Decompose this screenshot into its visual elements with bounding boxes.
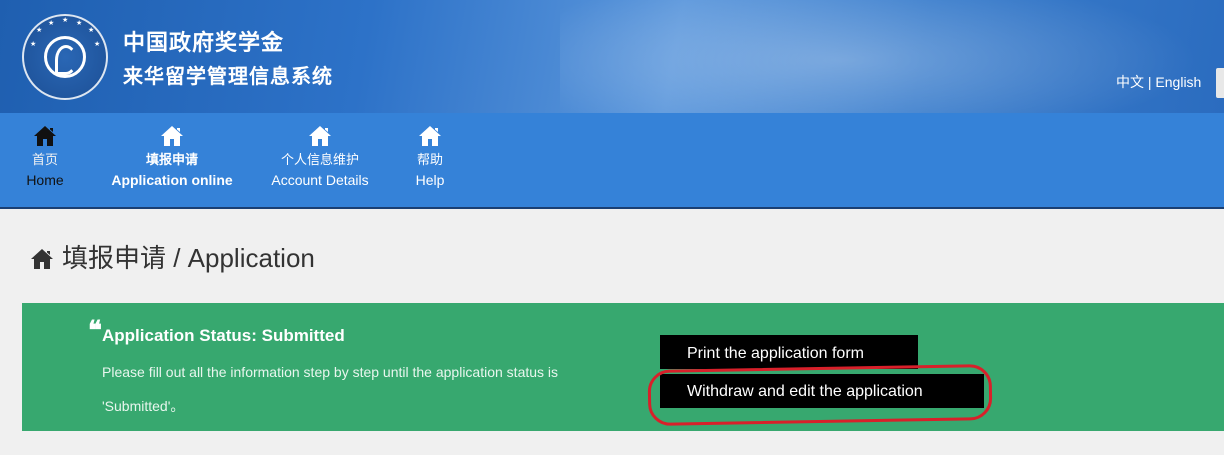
site-subtitle: 来华留学管理信息系统 — [123, 64, 333, 88]
status-title: Application Status: Submitted — [102, 326, 345, 345]
nav-help-zh: 帮助 — [416, 152, 443, 167]
nav-help-en: Help — [415, 172, 445, 188]
home-icon — [419, 126, 441, 146]
logo-emblem — [44, 36, 86, 78]
nav-item-account[interactable]: 个人信息维护 Account Details — [260, 113, 380, 207]
status-description: Please fill out all the information step… — [102, 364, 559, 414]
main-nav: 首页 Home 填报申请 Application online 个人信息维护 A… — [0, 113, 1224, 209]
nav-application-zh: 填报申请 — [145, 152, 198, 167]
home-icon — [161, 126, 183, 146]
application-status-panel: ❝ Application Status: Submitted Please f… — [22, 303, 1224, 431]
header-edge-box — [1216, 68, 1224, 98]
nav-account-en: Account Details — [271, 172, 369, 188]
nav-home-en: Home — [26, 172, 64, 188]
nav-application-en: Application online — [111, 172, 233, 188]
print-application-button[interactable]: Print the application form — [660, 335, 918, 369]
page-title: 填报申请 / Application — [30, 238, 315, 275]
lang-english-link[interactable]: English — [1155, 74, 1201, 90]
home-icon — [34, 126, 56, 146]
page-title-text: 填报申请 / Application — [62, 243, 315, 273]
nav-item-application[interactable]: 填报申请 Application online — [98, 113, 246, 207]
quote-icon: ❝ — [88, 316, 102, 346]
home-icon — [31, 249, 53, 269]
nav-item-home[interactable]: 首页 Home — [18, 113, 72, 207]
site-title: 中国政府奖学金 — [123, 31, 285, 56]
nav-account-zh: 个人信息维护 — [280, 152, 359, 167]
lang-chinese-link[interactable]: 中文 — [1116, 74, 1144, 90]
header-banner: ★ ★ ★ ★ ★ ★ ★ 中国政府奖学金 来华留学管理信息系统 中文 | Engli… — [0, 0, 1224, 113]
highlight-circle-annotation — [647, 364, 993, 426]
home-icon — [309, 126, 331, 146]
csc-logo: ★ ★ ★ ★ ★ ★ ★ — [22, 14, 108, 100]
language-switcher: 中文 | English — [1116, 72, 1201, 92]
nav-item-help[interactable]: 帮助 Help — [404, 113, 456, 207]
nav-home-zh: 首页 — [31, 152, 58, 167]
lang-separator: | — [1144, 74, 1156, 90]
